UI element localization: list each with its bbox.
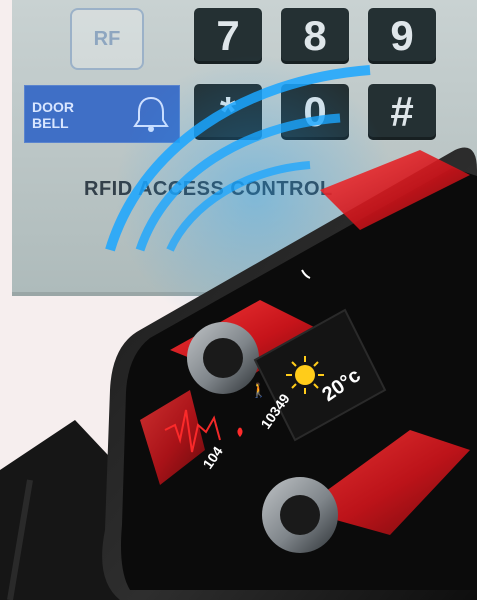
svg-text:🚶: 🚶 [250,382,267,399]
product-photo: RF DOOR BELL 7 8 9 * 0 # RFID ACCESS CON… [0,0,477,600]
smartwatch: 20°c 10349 104 🚶 [0,147,477,600]
walk-icon: 🚶 [250,382,267,399]
